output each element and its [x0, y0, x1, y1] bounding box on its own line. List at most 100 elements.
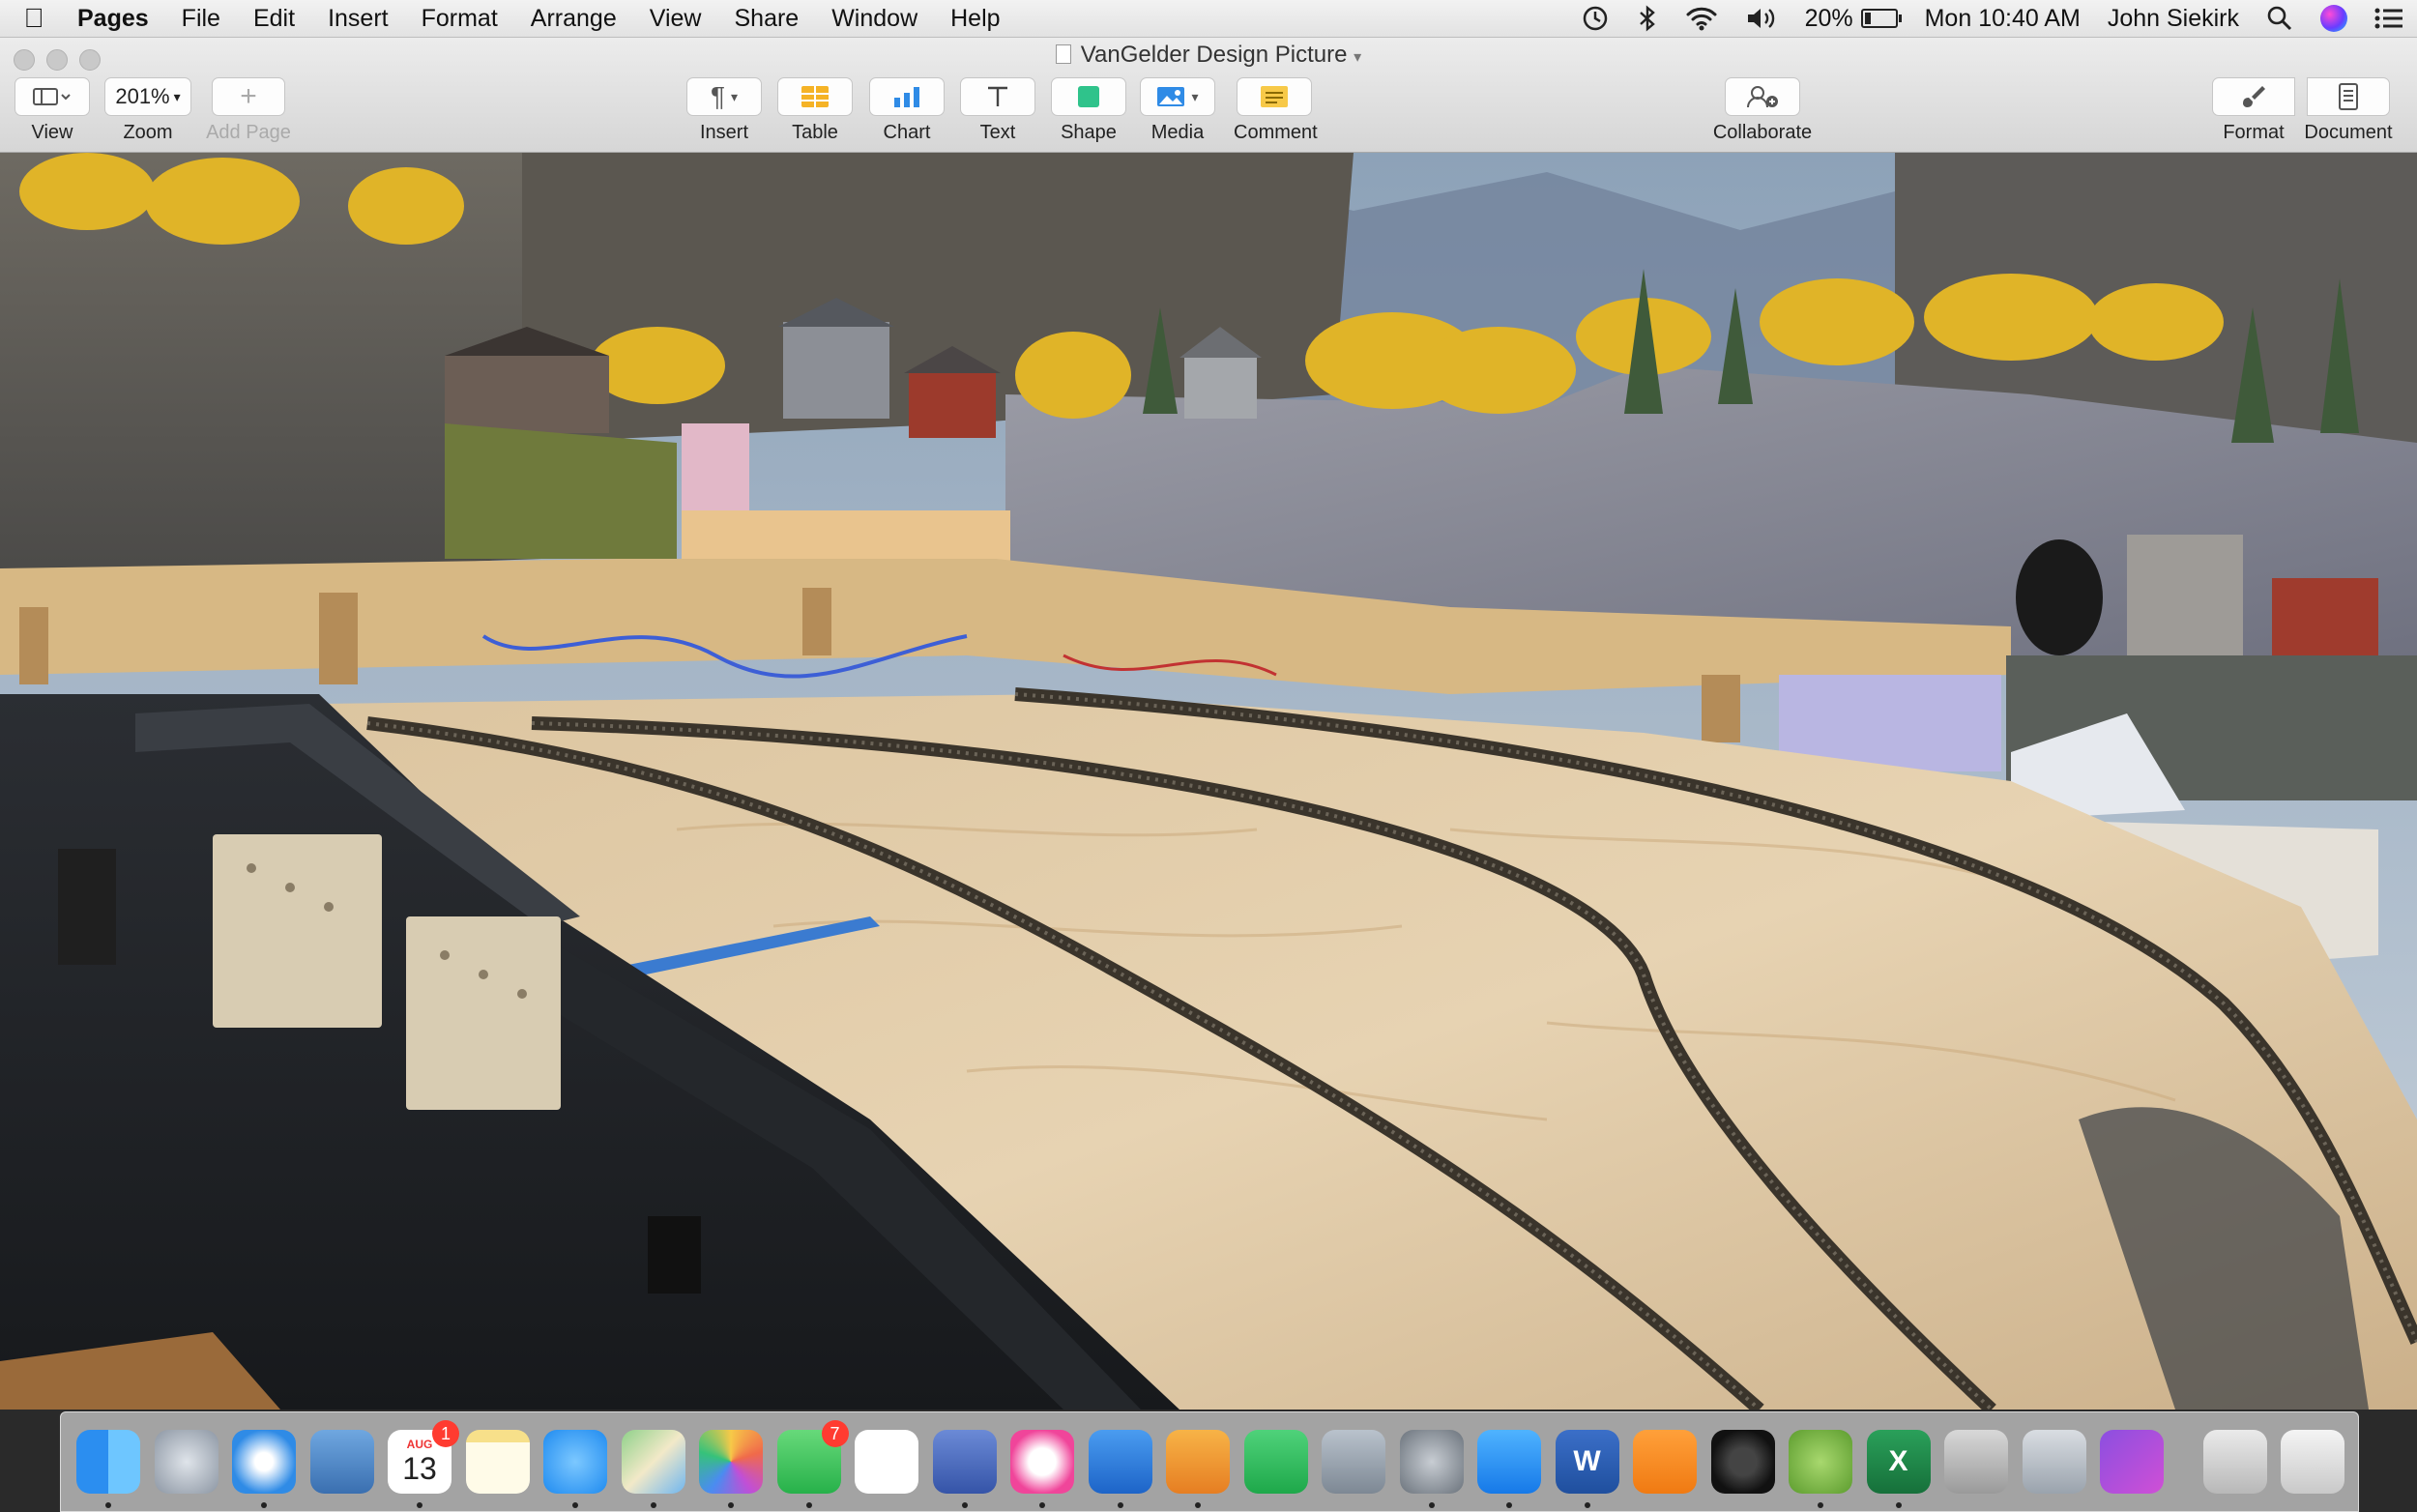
facetime-badge: 7: [821, 1420, 849, 1447]
model-railroad-photo[interactable]: [0, 153, 2417, 1410]
view-button[interactable]: View: [14, 77, 91, 144]
chart-button[interactable]: Chart: [868, 77, 946, 144]
insert-label: Insert: [699, 122, 749, 143]
simulator-icon[interactable]: [2022, 1430, 2086, 1494]
menu-window[interactable]: Window: [815, 5, 934, 33]
numbers-icon[interactable]: [1243, 1430, 1308, 1494]
document-canvas[interactable]: [0, 153, 2417, 1410]
downloads-stack-icon[interactable]: [2202, 1430, 2267, 1494]
keynote-icon[interactable]: [1088, 1430, 1152, 1494]
finder-icon[interactable]: [76, 1430, 140, 1494]
comment-box[interactable]: [1237, 77, 1312, 116]
menu-view[interactable]: View: [633, 5, 718, 33]
zoom-select[interactable]: 201% ▾: [104, 77, 191, 116]
photos-icon[interactable]: [699, 1430, 763, 1494]
bluetooth-icon[interactable]: [1623, 4, 1672, 33]
migration-assistant-icon[interactable]: [932, 1430, 997, 1494]
table-box[interactable]: [777, 77, 853, 116]
running-indicator: [1506, 1502, 1512, 1508]
teamcity-icon[interactable]: [1789, 1430, 1852, 1494]
maps-icon[interactable]: [621, 1430, 685, 1494]
menu-arrange[interactable]: Arrange: [514, 5, 633, 33]
spotlight-icon[interactable]: [2253, 5, 2307, 32]
table-button[interactable]: Table: [776, 77, 854, 144]
notes-icon[interactable]: [465, 1430, 530, 1494]
view-button-box[interactable]: [15, 77, 90, 116]
pages-icon[interactable]: [1166, 1430, 1230, 1494]
menu-share[interactable]: Share: [717, 5, 815, 33]
insert-chevron-down-icon: ▾: [731, 88, 739, 104]
running-indicator: [417, 1502, 422, 1508]
document-button[interactable]: Document: [2295, 77, 2402, 144]
chart-label: Chart: [883, 122, 931, 143]
running-indicator: [728, 1502, 734, 1508]
launchpad-icon[interactable]: [154, 1430, 218, 1494]
reminders-icon[interactable]: [855, 1430, 918, 1494]
collaborate-button[interactable]: Collaborate: [1709, 77, 1816, 144]
text-icon: [988, 86, 1007, 106]
image-capture-icon[interactable]: [1322, 1430, 1385, 1494]
text-box[interactable]: [960, 77, 1035, 116]
app-menu[interactable]: Pages: [68, 5, 165, 33]
add-page-box[interactable]: +: [212, 77, 285, 116]
running-indicator: [1818, 1502, 1823, 1508]
document-box[interactable]: [2307, 77, 2390, 116]
clock[interactable]: Mon 10:40 AM: [1911, 5, 2094, 33]
text-button[interactable]: Text: [959, 77, 1036, 144]
comment-icon: [1261, 86, 1288, 107]
format-button[interactable]: Format: [2212, 77, 2295, 144]
menu-file[interactable]: File: [165, 5, 237, 33]
format-label: Format: [2223, 122, 2285, 143]
paintbrush-icon: [2243, 86, 2265, 107]
title-chevron-down-icon[interactable]: ▾: [1354, 49, 1361, 66]
notification-center-icon[interactable]: [2361, 7, 2417, 30]
user-menu[interactable]: John Siekirk: [2094, 5, 2253, 33]
itunes-icon[interactable]: [1010, 1430, 1074, 1494]
menu-edit[interactable]: Edit: [237, 5, 311, 33]
volume-icon[interactable]: [1732, 5, 1791, 32]
photo-booth-icon[interactable]: [1710, 1430, 1775, 1494]
wifi-icon[interactable]: [1672, 5, 1732, 32]
media-button[interactable]: ▾ Media: [1139, 77, 1216, 144]
running-indicator: [261, 1502, 267, 1508]
running-indicator: [1117, 1502, 1123, 1508]
ibooks-icon[interactable]: [1633, 1430, 1697, 1494]
text-label: Text: [979, 122, 1016, 143]
zoom-control[interactable]: 201% ▾ Zoom: [104, 77, 191, 144]
shape-button[interactable]: Shape: [1050, 77, 1127, 144]
collaborate-icon: [1747, 86, 1778, 108]
menu-help[interactable]: Help: [934, 5, 1016, 33]
excel-icon[interactable]: X: [1866, 1430, 1931, 1494]
keychain-icon[interactable]: [1944, 1430, 2008, 1494]
trash-icon[interactable]: [2281, 1430, 2344, 1494]
collaborate-box[interactable]: [1725, 77, 1800, 116]
battery-status[interactable]: 20%: [1791, 5, 1911, 33]
comment-button[interactable]: Comment: [1234, 77, 1318, 144]
time-machine-icon[interactable]: [1567, 4, 1623, 33]
running-indicator: [1195, 1502, 1201, 1508]
affinity-photo-icon[interactable]: [2100, 1430, 2164, 1494]
add-page-label: Add Page: [206, 122, 291, 143]
apple-menu-icon[interactable]: : [0, 3, 68, 34]
app-store-icon[interactable]: [1477, 1430, 1541, 1494]
preview-icon[interactable]: [309, 1430, 374, 1494]
siri-icon[interactable]: [2307, 5, 2361, 32]
insert-box[interactable]: ¶ ▾: [686, 77, 762, 116]
photo-icon: [1157, 87, 1185, 106]
collaborate-label: Collaborate: [1712, 122, 1813, 143]
chart-box[interactable]: [869, 77, 945, 116]
media-box[interactable]: ▾: [1140, 77, 1215, 116]
messages-icon[interactable]: [543, 1430, 607, 1494]
word-icon[interactable]: W: [1555, 1430, 1619, 1494]
safari-icon[interactable]: [232, 1430, 296, 1494]
menu-format[interactable]: Format: [405, 5, 514, 33]
media-label: Media: [1150, 122, 1205, 143]
document-title-bar[interactable]: VanGelder Design Picture ▾: [0, 42, 2417, 69]
running-indicator: [650, 1502, 656, 1508]
shape-box[interactable]: [1051, 77, 1126, 116]
format-box[interactable]: [2212, 77, 2295, 116]
insert-button[interactable]: ¶ ▾ Insert: [685, 77, 763, 144]
add-page-button[interactable]: + Add Page: [205, 77, 292, 144]
system-preferences-icon[interactable]: [1399, 1430, 1464, 1494]
menu-insert[interactable]: Insert: [311, 5, 405, 33]
